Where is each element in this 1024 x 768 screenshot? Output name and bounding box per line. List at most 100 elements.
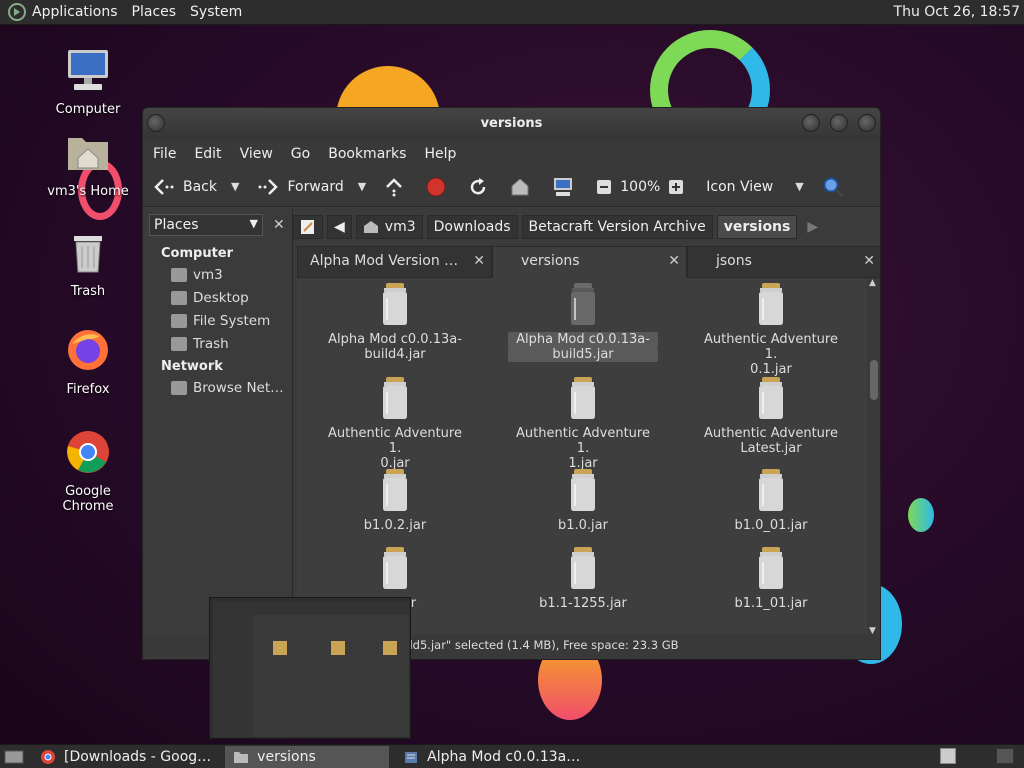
- sidebar-item-browse-network[interactable]: Browse Net…: [143, 376, 292, 399]
- sidebar-item-label: vm3: [193, 266, 223, 283]
- home-button[interactable]: [510, 177, 538, 196]
- mate-logo-icon[interactable]: [8, 3, 26, 21]
- file-item[interactable]: b1.1-1255.jar: [508, 546, 658, 611]
- file-item[interactable]: b1.0_01.jar: [696, 468, 846, 533]
- close-tab-icon[interactable]: ✕: [668, 253, 680, 269]
- breadcrumb-betacraft[interactable]: Betacraft Version Archive: [521, 215, 713, 239]
- window-titlebar[interactable]: versions: [143, 108, 880, 140]
- desktop-icon-chrome[interactable]: Google Chrome: [38, 428, 138, 514]
- toggle-location-entry-button[interactable]: [293, 215, 323, 239]
- file-name: b1.1-1255.jar: [539, 596, 627, 611]
- menu-file[interactable]: File: [153, 146, 176, 162]
- maximize-button[interactable]: [830, 114, 848, 132]
- workspace-1-icon[interactable]: [940, 748, 956, 764]
- scrollbar-thumb[interactable]: [870, 360, 878, 400]
- jar-file-icon: [571, 469, 595, 511]
- show-desktop-icon[interactable]: [4, 749, 24, 765]
- window-preview-thumbnail[interactable]: [209, 597, 411, 739]
- sidebar-header: Places ▼ ✕: [143, 208, 292, 242]
- breadcrumb-versions[interactable]: versions: [716, 215, 798, 239]
- desktop-icon-firefox[interactable]: Firefox: [38, 326, 138, 397]
- menu-edit[interactable]: Edit: [194, 146, 221, 162]
- file-name: build5.jar: [508, 347, 658, 362]
- sidebar-item-label: Desktop: [193, 289, 249, 306]
- file-item[interactable]: Authentic Adventure 1. 0.1.jar: [696, 282, 846, 377]
- back-button[interactable]: Back: [153, 178, 217, 196]
- breadcrumb-vm3[interactable]: vm3: [355, 215, 423, 239]
- jar-file-icon: [759, 469, 783, 511]
- zoom-in-icon[interactable]: [668, 179, 684, 195]
- forward-history-dropdown[interactable]: ▼: [358, 180, 366, 193]
- file-item[interactable]: b1.0.jar: [508, 468, 658, 533]
- close-button[interactable]: [858, 114, 876, 132]
- task-versions[interactable]: versions: [225, 745, 390, 768]
- file-item[interactable]: Authentic Adventure Latest.jar: [696, 376, 846, 456]
- file-name: b1.1_01.jar: [734, 596, 808, 611]
- close-tab-icon[interactable]: ✕: [863, 253, 875, 269]
- sidebar-item-desktop[interactable]: Desktop: [143, 286, 292, 309]
- tab-jsons[interactable]: jsons ✕: [687, 246, 880, 278]
- task-chrome-downloads[interactable]: [Downloads - Goog…: [32, 746, 219, 768]
- file-name: Authentic Adventure 1.: [704, 332, 838, 362]
- sidebar-heading-network: Network: [161, 359, 223, 374]
- view-mode-select[interactable]: Icon View: [706, 179, 773, 195]
- sidebar-item-trash[interactable]: Trash: [143, 332, 292, 355]
- desktop-icon-trash[interactable]: Trash: [38, 228, 138, 299]
- close-sidebar-icon[interactable]: ✕: [273, 217, 285, 233]
- menu-places[interactable]: Places: [132, 4, 177, 20]
- desktop-icon-computer[interactable]: Computer: [38, 46, 138, 117]
- file-name: Alpha Mod c0.0.13a-: [508, 332, 658, 347]
- toolbar: Back ▼ Forward ▼ 100% Icon View ▼: [143, 167, 880, 207]
- forward-button[interactable]: Forward: [257, 178, 344, 196]
- file-item[interactable]: b1.1_01.jar: [696, 546, 846, 611]
- file-view[interactable]: Alpha Mod c0.0.13a-build4.jar Alpha Mod c…: [297, 278, 867, 636]
- minimize-button[interactable]: [802, 114, 820, 132]
- view-mode-dropdown-icon[interactable]: ▼: [795, 180, 803, 193]
- file-item[interactable]: Authentic Adventure 1. 1.jar: [508, 376, 658, 471]
- desktop-icon-home[interactable]: vm3's Home: [38, 128, 138, 199]
- menu-applications[interactable]: Applications: [32, 4, 118, 20]
- breadcrumb-downloads[interactable]: Downloads: [426, 215, 518, 239]
- task-alpha-mod[interactable]: Alpha Mod c0.0.13a…: [395, 746, 588, 768]
- tab-bar: Alpha Mod Version … ✕ versions ✕ jsons ✕: [297, 246, 880, 278]
- desktop-icon-label: Firefox: [66, 382, 110, 397]
- zoom-out-icon[interactable]: [596, 179, 612, 195]
- computer-icon: [68, 50, 108, 90]
- sidebar-type-select[interactable]: Places ▼: [149, 214, 263, 236]
- back-history-dropdown[interactable]: ▼: [231, 180, 239, 193]
- file-item[interactable]: Authentic Adventure 1. 0.jar: [320, 376, 470, 471]
- preview-sidebar: [213, 615, 253, 737]
- home-icon: [363, 221, 378, 233]
- menu-system[interactable]: System: [190, 4, 242, 20]
- vertical-scrollbar[interactable]: ▲ ▼: [867, 278, 880, 636]
- desktop-icon-label: Trash: [70, 284, 106, 299]
- menu-view[interactable]: View: [240, 146, 273, 162]
- home-folder-icon: [171, 267, 187, 282]
- path-scroll-right-icon[interactable]: ▶: [801, 215, 824, 239]
- file-item[interactable]: b1.0.2.jar: [320, 468, 470, 533]
- file-item[interactable]: Alpha Mod c0.0.13a-build5.jar: [508, 282, 658, 362]
- desktop-icon-label: Google Chrome: [62, 484, 114, 514]
- file-manager-window: versions File Edit View Go Bookmarks Hel…: [142, 107, 881, 660]
- sidebar-item-vm3[interactable]: vm3: [143, 263, 292, 286]
- path-scroll-left-icon[interactable]: ◀: [327, 215, 352, 239]
- tab-versions[interactable]: versions ✕: [492, 246, 687, 278]
- file-name: Authentic Adventure 1.: [516, 426, 650, 456]
- reload-button[interactable]: [468, 177, 496, 197]
- scroll-up-icon[interactable]: ▲: [869, 278, 876, 288]
- menu-help[interactable]: Help: [424, 146, 456, 162]
- file-item[interactable]: Alpha Mod c0.0.13a-build4.jar: [320, 282, 470, 362]
- tab-alpha-mod[interactable]: Alpha Mod Version … ✕: [297, 246, 492, 278]
- file-name: Latest.jar: [740, 441, 802, 456]
- workspace-2-icon[interactable]: [996, 748, 1014, 764]
- sidebar-item-file-system[interactable]: File System: [143, 309, 292, 332]
- stop-button[interactable]: [426, 177, 454, 197]
- up-button[interactable]: [384, 177, 412, 197]
- trash-icon: [171, 336, 187, 351]
- menu-bookmarks[interactable]: Bookmarks: [328, 146, 406, 162]
- menu-go[interactable]: Go: [291, 146, 310, 162]
- computer-button[interactable]: [552, 177, 582, 197]
- search-button[interactable]: [822, 176, 852, 198]
- close-tab-icon[interactable]: ✕: [473, 253, 485, 269]
- clock[interactable]: Thu Oct 26, 18:57: [894, 4, 1020, 20]
